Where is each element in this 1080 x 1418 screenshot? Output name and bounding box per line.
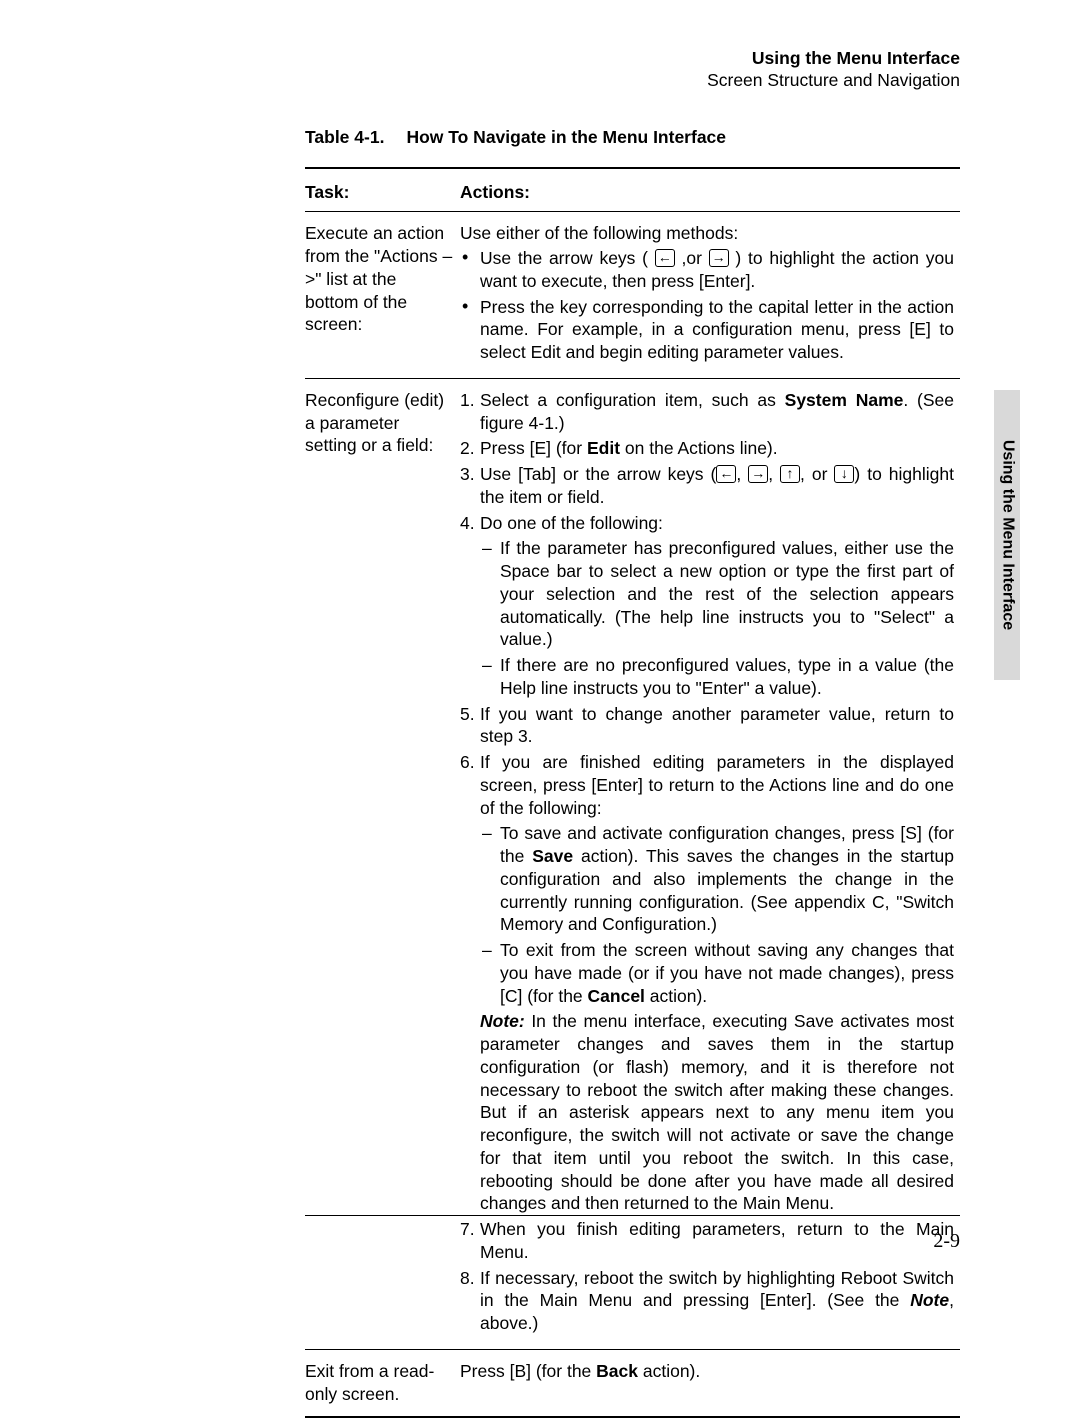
left-arrow-icon: ←	[655, 249, 675, 267]
task-cell-reconfig: Reconfigure (edit) a parameter setting o…	[305, 378, 460, 1349]
task-cell-exit: Exit from a read-only screen.	[305, 1349, 460, 1417]
running-header: Using the Menu Interface Screen Structur…	[305, 48, 960, 92]
execute-bullet-1: Use the arrow keys ( ← ,or → ) to highli…	[460, 247, 954, 293]
task-cell-execute: Execute an action from the "Actions –>" …	[305, 212, 460, 379]
step-6: If you are finished editing parameters i…	[460, 751, 954, 1215]
step-5: If you want to change another parameter …	[460, 703, 954, 749]
text: action).	[645, 986, 707, 1006]
side-tab-label: Using the Menu Interface	[997, 440, 1018, 630]
text: Do one of the following:	[480, 513, 663, 533]
note-body: In the menu interface, executing Save ac…	[480, 1011, 954, 1213]
text: To exit from the screen without saving a…	[500, 940, 954, 1006]
text: on the Actions line).	[620, 438, 778, 458]
right-arrow-icon: →	[748, 465, 768, 483]
text: If necessary, reboot the switch by highl…	[480, 1268, 954, 1311]
step-7: When you finish editing parameters, retu…	[460, 1218, 954, 1264]
table-row: Execute an action from the "Actions –>" …	[305, 212, 960, 379]
step-1: Select a configuration item, such as Sys…	[460, 389, 954, 435]
text: If you are finished editing parameters i…	[480, 752, 954, 818]
col-header-actions: Actions:	[460, 168, 960, 212]
step-6-dash-2: To exit from the screen without saving a…	[480, 939, 954, 1007]
actions-cell-exit: Press [B] (for the Back action).	[460, 1349, 960, 1417]
step-3: Use [Tab] or the arrow keys (←, →, ↑, or…	[460, 463, 954, 509]
bold-text: Edit	[587, 438, 620, 458]
text: Press [E] (for	[480, 438, 587, 458]
header-line2: Screen Structure and Navigation	[305, 70, 960, 92]
text: ,	[768, 464, 780, 484]
text: Select a configuration item, such as	[480, 390, 785, 410]
navigation-table: Task: Actions: Execute an action from th…	[305, 167, 960, 1418]
step-6-note: Note: In the menu interface, executing S…	[480, 1010, 954, 1215]
note-label: Note:	[480, 1011, 525, 1031]
actions-cell-execute: Use either of the following methods: Use…	[460, 212, 960, 379]
down-arrow-icon: ↓	[834, 465, 854, 483]
table-row: Reconfigure (edit) a parameter setting o…	[305, 378, 960, 1349]
table-row: Exit from a read-only screen. Press [B] …	[305, 1349, 960, 1417]
text: Press [B] (for the	[460, 1361, 596, 1381]
execute-bullet-2: Press the key corresponding to the capit…	[460, 296, 954, 364]
text: action).	[638, 1361, 700, 1381]
up-arrow-icon: ↑	[780, 465, 800, 483]
left-arrow-icon: ←	[716, 465, 736, 483]
table-caption-title: How To Navigate in the Menu Interface	[406, 127, 726, 147]
text: Use the arrow keys (	[480, 248, 655, 268]
execute-intro: Use either of the following methods:	[460, 222, 954, 245]
text: ,	[736, 464, 748, 484]
step-4-dash-1: If the parameter has preconfigured value…	[480, 537, 954, 651]
actions-cell-reconfig: Select a configuration item, such as Sys…	[460, 378, 960, 1349]
footer-rule	[305, 1215, 960, 1216]
step-6-dash-1: To save and activate configuration chang…	[480, 822, 954, 936]
side-tab: Using the Menu Interface	[994, 390, 1020, 680]
bold-text: Cancel	[588, 986, 645, 1006]
step-2: Press [E] (for Edit on the Actions line)…	[460, 437, 954, 460]
right-arrow-icon: →	[709, 249, 729, 267]
bold-text: Back	[596, 1361, 638, 1381]
table-caption: Table 4-1. How To Navigate in the Menu In…	[305, 126, 960, 149]
step-4: Do one of the following: If the paramete…	[460, 512, 954, 700]
header-line1: Using the Menu Interface	[305, 48, 960, 70]
bold-text: System Name	[785, 390, 904, 410]
step-4-dash-2: If there are no preconfigured values, ty…	[480, 654, 954, 700]
col-header-task: Task:	[305, 168, 460, 212]
table-caption-number: Table 4-1.	[305, 127, 384, 147]
text: Use [Tab] or the arrow keys (	[480, 464, 716, 484]
bold-italic-text: Note	[910, 1290, 949, 1310]
text: ,or	[675, 248, 709, 268]
page-number: 2-9	[933, 1228, 960, 1254]
bold-text: Save	[532, 846, 573, 866]
step-8: If necessary, reboot the switch by highl…	[460, 1267, 954, 1335]
text: , or	[800, 464, 834, 484]
